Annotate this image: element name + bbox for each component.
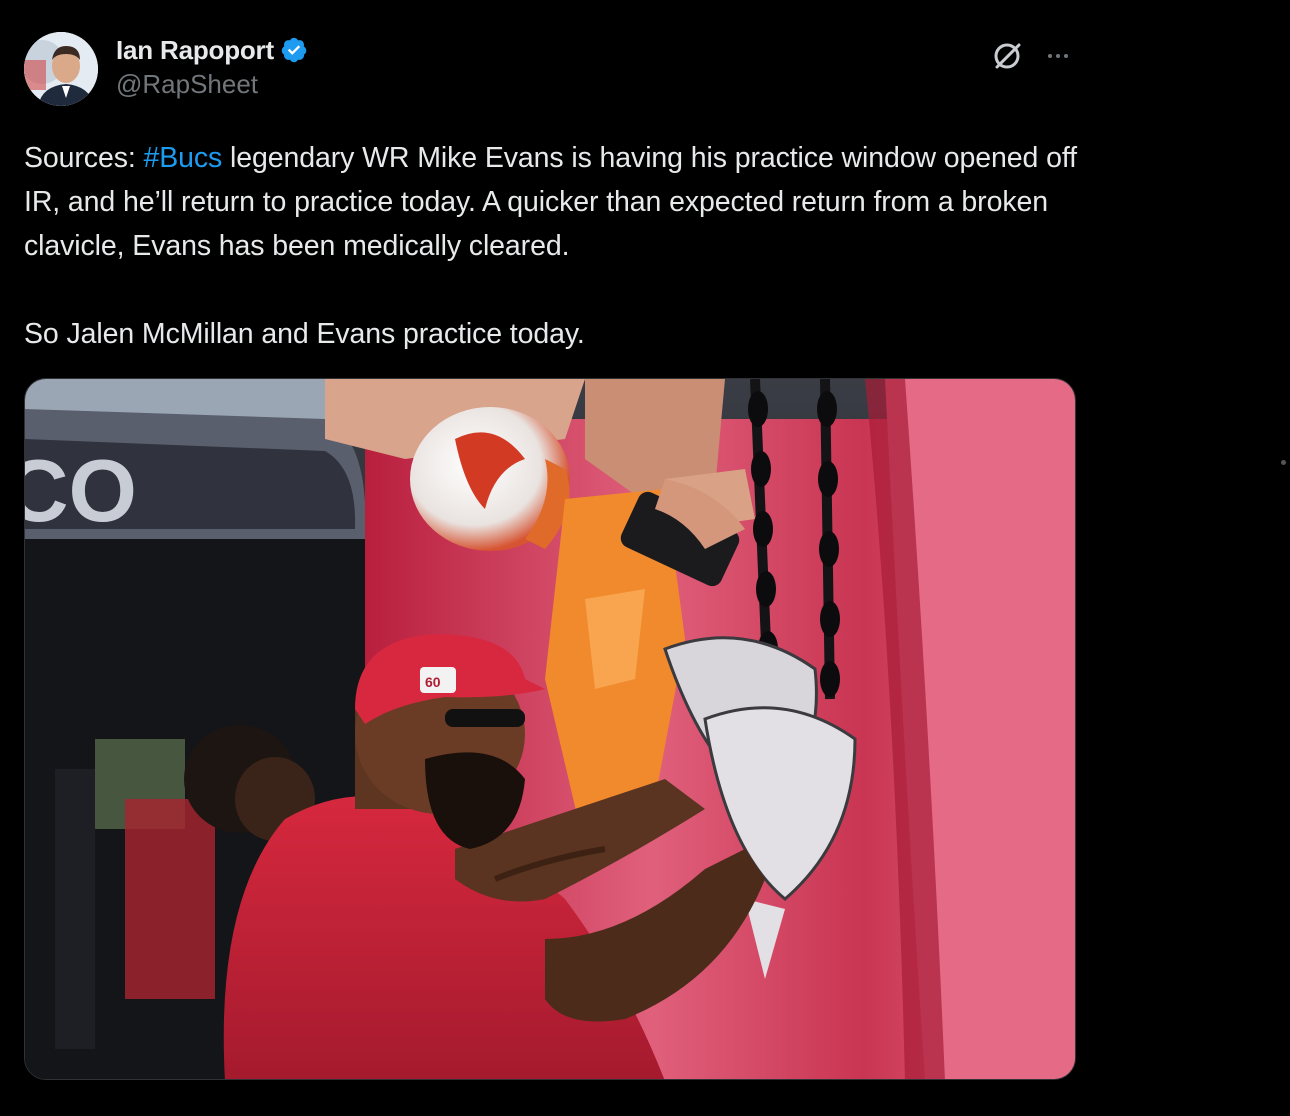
more-dot xyxy=(1056,54,1060,58)
photo-image: CO xyxy=(25,379,1075,1079)
tweet-text-prefix: Sources: xyxy=(24,142,144,174)
handle[interactable]: @RapSheet xyxy=(116,69,308,100)
banner-text: CO xyxy=(25,441,137,540)
grok-icon[interactable] xyxy=(990,38,1026,74)
scrollbar-indicator[interactable] xyxy=(1281,460,1286,465)
tweet-paragraph-2: So Jalen McMillan and Evans practice tod… xyxy=(24,318,585,350)
tweet-text: Sources: #Bucs legendary WR Mike Evans i… xyxy=(24,136,1084,356)
display-name[interactable]: Ian Rapoport xyxy=(116,35,274,66)
tweet: Ian Rapoport @RapSheet Sources: #Bucs le… xyxy=(0,0,1100,1116)
avatar[interactable] xyxy=(24,32,98,106)
svg-text:60: 60 xyxy=(425,674,441,690)
author-block: Ian Rapoport @RapSheet xyxy=(116,33,308,100)
verified-badge-icon xyxy=(280,36,308,64)
more-dot xyxy=(1048,54,1052,58)
name-row: Ian Rapoport xyxy=(116,33,308,67)
more-dot xyxy=(1064,54,1068,58)
avatar-photo-icon xyxy=(24,32,98,106)
tweet-media-photo[interactable]: CO xyxy=(24,378,1076,1080)
more-icon[interactable] xyxy=(1040,38,1076,74)
hashtag-link[interactable]: #Bucs xyxy=(144,142,223,174)
tweet-paragraph-1: Sources: #Bucs legendary WR Mike Evans i… xyxy=(24,136,1084,268)
